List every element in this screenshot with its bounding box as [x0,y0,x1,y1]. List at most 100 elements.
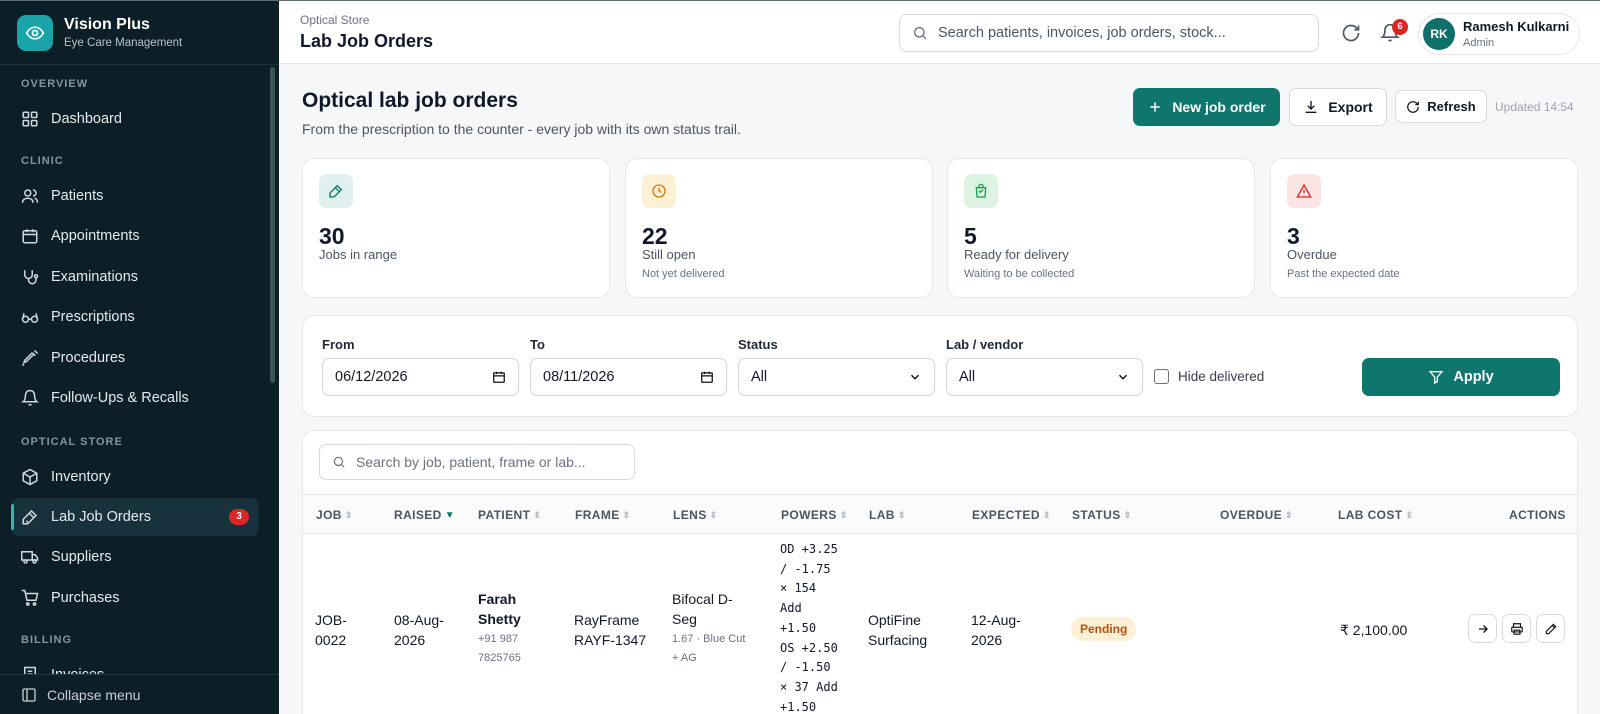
column-header-lens[interactable]: LENS ⇕ [673,508,718,522]
powers: OD +3.25/ -1.75 × 154 Add +1.50 OS +2.50/ -1… [780,542,838,714]
patient-phone: +91 987 7825765 [478,633,521,664]
sort-icon: ⇕ [533,509,542,520]
breadcrumb[interactable]: Optical Store [300,13,369,27]
status-select-value: All [751,369,768,385]
new-job-order-button[interactable]: New job order [1133,88,1280,126]
nav-section-billing: BILLING [21,634,72,646]
arrow-right-icon [1478,624,1488,633]
sort-icon: ⇕ [622,509,631,520]
box-icon [22,468,38,486]
stat-card-open: 22 Still open Not yet delivered [625,158,933,298]
global-search[interactable] [899,14,1319,52]
user-menu[interactable]: RK Ramesh Kulkarni Admin [1418,13,1580,55]
bell-icon [21,389,39,406]
glasses-icon [21,313,39,323]
from-date-input[interactable]: 06/12/2026 [322,358,519,396]
lab-vendor-select[interactable]: All [946,358,1143,396]
alert-icon [1287,174,1321,208]
sort-icon: ⇕ [709,509,718,520]
sidebar-item-patients[interactable]: Patients [11,177,259,215]
view-job-button[interactable] [1468,614,1497,643]
column-label: FRAME [575,508,620,522]
column-header-powers[interactable]: POWERS ⇕ [781,508,848,522]
section-title: Optical lab job orders [302,89,518,112]
column-header-raised[interactable]: RAISED ▼ [394,508,455,522]
stat-value: 22 [642,223,668,249]
table-header: JOB ⇕ RAISED ▼ PATIENT ⇕ FRAME ⇕ LENS ⇕ POWER… [303,494,1577,534]
checkbox-box[interactable] [1154,369,1169,384]
calendar-icon[interactable] [700,370,714,384]
users-icon [21,189,39,203]
stat-card-jobs: 30 Jobs in range [302,158,610,298]
print-job-button[interactable] [1502,614,1531,643]
frame-name: RayFrame RAYF-1347 [574,612,647,648]
button-label: Refresh [1427,99,1476,114]
stat-subtext: Past the expected date [1287,268,1400,280]
sidebar-item-purchases[interactable]: Purchases [11,579,259,617]
brand[interactable]: Vision Plus Eye Care Management [0,1,279,65]
patient-name[interactable]: Farah Shetty [478,590,521,629]
stat-label: Ready for delivery [964,247,1069,262]
stat-label: Still open [642,247,696,262]
to-date-input[interactable]: 08/11/2026 [530,358,727,396]
sidebar-item-procedures[interactable]: Procedures [11,339,259,377]
column-header-expected[interactable]: EXPECTED ⇕ [972,508,1051,522]
calendar-icon[interactable] [492,370,506,384]
collapse-menu-button[interactable]: Collapse menu [0,674,279,714]
column-header-status[interactable]: STATUS ⇕ [1072,508,1132,522]
page-title: Lab Job Orders [300,31,434,51]
column-label: JOB [316,508,342,522]
export-button[interactable]: Export [1289,88,1387,126]
status-label: Status [738,337,778,352]
sidebar-item-label: Purchases [51,590,120,606]
sidebar-item-prescriptions[interactable]: Prescriptions [11,298,259,336]
sidebar-scrollbar[interactable] [270,67,275,383]
sidebar-item-inventory[interactable]: Inventory [11,458,259,496]
column-header-patient[interactable]: PATIENT ⇕ [478,508,541,522]
sidebar-item-suppliers[interactable]: Suppliers [11,538,259,576]
table-search-input[interactable] [356,454,626,470]
lab-name: OptiFine Surfacing [868,612,928,648]
job-id[interactable]: JOB- 0022 [315,611,347,650]
column-header-lab[interactable]: LAB ⇕ [869,508,906,522]
tool-icon [319,174,353,208]
user-name: Ramesh Kulkarni [1463,19,1570,34]
sort-desc-icon: ▼ [444,509,456,521]
column-header-overdue[interactable]: OVERDUE ⇕ [1220,508,1293,522]
bag-icon [964,174,998,208]
lab-cost: ₹ 2,100.00 [1340,622,1408,638]
sidebar-item-appointments[interactable]: Appointments [11,217,259,255]
table-search[interactable] [319,444,635,480]
grid-icon [22,111,38,127]
apply-button[interactable]: Apply [1362,358,1560,396]
sidebar-item-label: Patients [51,188,104,204]
column-label: ACTIONS [1509,508,1566,522]
edit-job-button[interactable] [1536,614,1565,643]
to-label: To [530,337,545,352]
refresh-button[interactable]: Refresh [1395,90,1487,123]
section-subtitle: From the prescription to the counter - e… [302,121,741,137]
sort-icon: ⇕ [1123,509,1132,520]
notification-badge: 6 [1392,19,1408,35]
search-icon [914,27,927,40]
sidebar-item-follow-ups[interactable]: Follow-Ups & Recalls [11,379,259,417]
hide-delivered-checkbox[interactable]: Hide delivered [1154,369,1264,384]
column-header-lab-cost[interactable]: LAB COST ⇕ [1338,508,1413,522]
column-header-frame[interactable]: FRAME ⇕ [575,508,631,522]
brand-subtitle: Eye Care Management [64,37,183,49]
stethoscope-icon [24,270,39,285]
sidebar-item-examinations[interactable]: Examinations [11,258,259,296]
stat-subtext: Waiting to be collected [964,268,1075,280]
nav-section-overview: OVERVIEW [21,78,89,90]
sidebar-item-label: Follow-Ups & Recalls [51,390,189,406]
refresh-icon[interactable] [1341,23,1361,43]
global-search-input[interactable] [938,25,1298,41]
sort-icon: ⇕ [1405,509,1414,520]
column-label: POWERS [781,508,837,522]
sidebar-item-dashboard[interactable]: Dashboard [11,100,259,138]
sidebar-item-lab-job-orders[interactable]: Lab Job Orders 3 [11,498,259,536]
status-select[interactable]: All [738,358,935,396]
stat-subtext: Not yet delivered [642,268,725,280]
updated-timestamp: Updated 14:54 [1495,100,1574,114]
column-header-job[interactable]: JOB ⇕ [316,508,353,522]
